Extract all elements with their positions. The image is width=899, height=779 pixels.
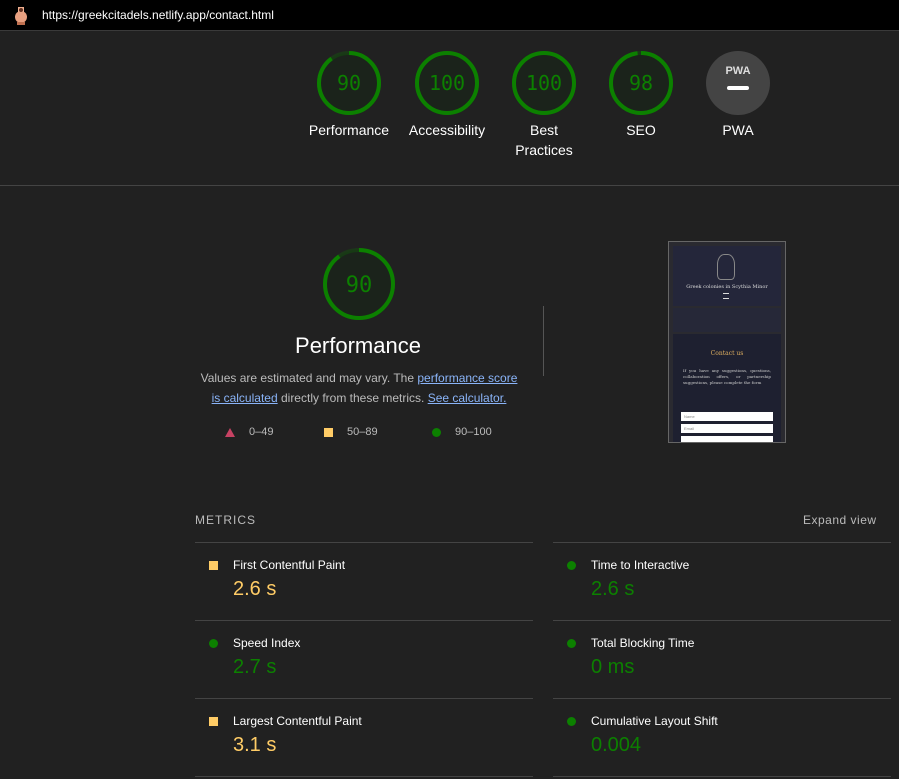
final-screenshot[interactable]: Greek colonies in Scythia Minor Contact …: [668, 241, 786, 443]
desc-text-1: Values are estimated and may vary. The: [200, 371, 418, 385]
metric-speed-index: Speed Index 2.7 s: [195, 621, 515, 697]
circle-icon: [567, 639, 576, 648]
metric-cumulative-layout-shift: Cumulative Layout Shift 0.004: [553, 699, 873, 775]
accessibility-score-value: 100: [429, 71, 465, 95]
gauge-label-pwa: PWA: [722, 122, 754, 138]
legend-fail: 0–49: [225, 426, 273, 438]
gauge-label-line1: Best: [529, 122, 558, 138]
metric-first-contentful-paint: First Contentful Paint 2.6 s: [195, 543, 515, 619]
gauge-performance[interactable]: 90 Performance: [299, 50, 399, 140]
legend-average: 50–89: [324, 426, 378, 438]
see-calculator-link[interactable]: See calculator.: [428, 391, 507, 405]
legend-pass-range: 90–100: [455, 426, 492, 438]
thumb-band: [673, 308, 781, 332]
gauge-label-line2: Practices: [515, 142, 573, 158]
best-practices-score-ring: 100: [512, 51, 576, 115]
thumb-email-field: Email: [681, 424, 773, 433]
metric-largest-contentful-paint: Largest Contentful Paint 3.1 s: [195, 699, 515, 775]
pwa-badge-icon: PWA: [706, 51, 770, 115]
performance-score-ring: 90: [317, 51, 381, 115]
metric-name: Speed Index: [233, 636, 301, 650]
square-icon: [209, 717, 218, 726]
pwa-badge-text: PWA: [725, 65, 750, 77]
gauge-label-performance: Performance: [308, 122, 390, 138]
legend-average-range: 50–89: [347, 426, 378, 438]
accessibility-score-ring: 100: [415, 51, 479, 115]
gauge-best-practices[interactable]: 100 Best Practices: [494, 50, 594, 160]
best-practices-score-value: 100: [526, 71, 562, 95]
metric-value: 0.004: [591, 734, 642, 756]
thumb-site-title: Greek colonies in Scythia Minor: [686, 284, 768, 290]
metric-time-to-interactive: Time to Interactive 2.6 s: [553, 543, 873, 619]
metric-value: 2.7 s: [233, 656, 277, 678]
performance-title: Performance: [295, 333, 421, 358]
gauge-accessibility[interactable]: 100 Accessibility: [397, 50, 497, 140]
legend-pass: 90–100: [432, 426, 492, 438]
gauge-seo[interactable]: 98 SEO: [591, 50, 691, 140]
circle-icon: [432, 427, 441, 437]
page-url[interactable]: https://greekcitadels.netlify.app/contac…: [42, 8, 274, 22]
desc-text-2: directly from these metrics.: [277, 391, 428, 405]
thumb-paragraph: If you have any suggestions, questions, …: [683, 368, 771, 385]
vase-logo-icon: [717, 254, 735, 280]
amphora-icon: [15, 7, 27, 25]
gauge-label-seo: SEO: [626, 122, 656, 138]
square-icon: [209, 561, 218, 570]
section-divider: [0, 185, 899, 186]
metric-value: 2.6 s: [591, 578, 635, 600]
performance-large-score: 90: [346, 273, 373, 298]
metric-name: Time to Interactive: [591, 558, 690, 572]
thumb-name-field: Name: [681, 412, 773, 421]
thumb-contact-heading: Contact us: [710, 350, 744, 357]
triangle-icon: [225, 427, 235, 437]
metric-name: Total Blocking Time: [591, 636, 695, 650]
metric-divider: [553, 776, 891, 777]
gauge-label-accessibility: Accessibility: [408, 122, 486, 138]
seo-score-ring: 98: [609, 51, 673, 115]
expand-view-button[interactable]: Expand view: [803, 513, 877, 527]
gauge-label-best-practices: Best Practices: [494, 120, 594, 160]
seo-score-value: 98: [629, 71, 653, 95]
thumb-message-field: [681, 436, 773, 442]
circle-icon: [567, 561, 576, 570]
metric-name: First Contentful Paint: [233, 558, 346, 572]
hamburger-menu-icon: [723, 293, 729, 299]
metric-divider: [195, 776, 533, 777]
metric-value: 0 ms: [591, 656, 635, 678]
address-bar: https://greekcitadels.netlify.app/contac…: [0, 0, 899, 31]
performance-large-gauge: 90: [323, 248, 395, 320]
metric-name: Largest Contentful Paint: [233, 714, 362, 728]
square-icon: [324, 427, 333, 437]
performance-description: Values are estimated and may vary. The p…: [196, 368, 522, 408]
metrics-header: METRICS: [195, 513, 256, 527]
vertical-divider: [543, 306, 544, 376]
circle-icon: [209, 639, 218, 648]
metric-total-blocking-time: Total Blocking Time 0 ms: [553, 621, 873, 697]
circle-icon: [567, 717, 576, 726]
legend-fail-range: 0–49: [249, 426, 274, 438]
metric-value: 2.6 s: [233, 578, 277, 600]
metric-name: Cumulative Layout Shift: [591, 714, 718, 728]
metric-value: 3.1 s: [233, 734, 277, 756]
gauge-pwa[interactable]: PWA PWA: [688, 50, 788, 140]
performance-score-value: 90: [337, 71, 361, 95]
